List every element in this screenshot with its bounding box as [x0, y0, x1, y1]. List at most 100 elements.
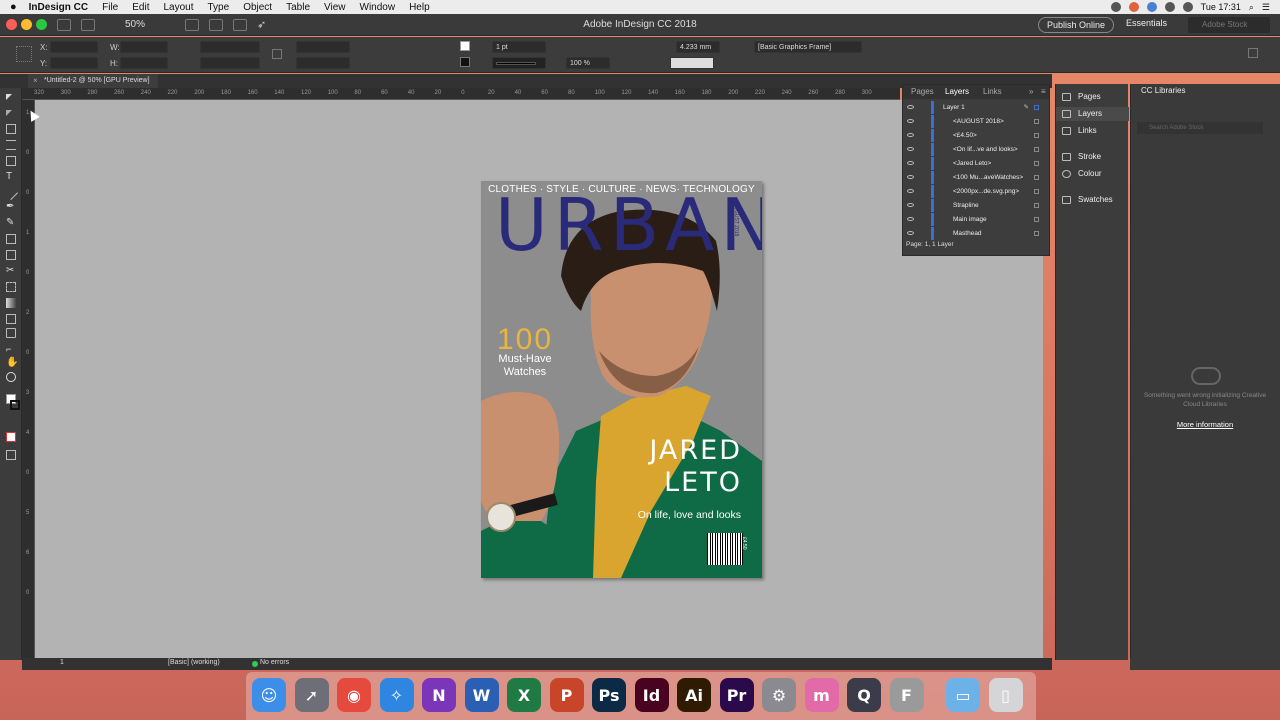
zoom-tool-icon[interactable]: [6, 372, 16, 382]
menu-table[interactable]: Table: [286, 2, 310, 13]
menu-edit[interactable]: Edit: [132, 2, 149, 13]
tab-pages[interactable]: Pages: [911, 87, 934, 96]
cover-tagline[interactable]: On life, love and looks: [638, 509, 741, 521]
dock-layers[interactable]: Layers: [1056, 107, 1129, 121]
pen-tool-icon[interactable]: ✒: [6, 202, 16, 212]
preflight-errors[interactable]: No errors: [260, 659, 289, 666]
pencil-tool-icon[interactable]: ✎: [6, 218, 16, 228]
vertical-ruler[interactable]: 1001020340560: [22, 100, 35, 660]
gap-tool-icon[interactable]: [6, 140, 16, 150]
menu-file[interactable]: File: [102, 2, 118, 13]
eye-icon[interactable]: [907, 231, 914, 235]
selection-square-icon[interactable]: [1034, 203, 1039, 208]
direct-selection-tool-icon[interactable]: [6, 110, 12, 116]
dock-stroke[interactable]: Stroke: [1056, 150, 1129, 164]
cover-name-line-2[interactable]: LETO: [664, 467, 742, 498]
eyedropper-tool-icon[interactable]: ⌐: [6, 344, 16, 354]
menu-type[interactable]: Type: [208, 2, 230, 13]
eye-icon[interactable]: [907, 189, 914, 193]
layer-row[interactable]: <2000px...de.svg.png>: [903, 185, 1049, 198]
line-tool-icon[interactable]: [3, 185, 19, 201]
adobe-stock-search[interactable]: Adobe Stock: [1188, 17, 1270, 33]
eye-icon[interactable]: [907, 217, 914, 221]
eye-icon[interactable]: [907, 133, 914, 137]
workspace-switcher[interactable]: Essentials: [1126, 18, 1167, 28]
horizontal-ruler[interactable]: 320 300 280 260 240 220 200 180 160 140 120 100 80 60…: [22, 88, 900, 100]
panel-menu-icon[interactable]: [1248, 48, 1258, 58]
apply-none-icon[interactable]: [6, 432, 16, 442]
w-field[interactable]: [120, 41, 168, 53]
layer-row-layer-1[interactable]: Layer 1 ✎: [903, 101, 1049, 114]
eye-icon[interactable]: [907, 161, 914, 165]
panel-menu-icon[interactable]: ≡: [1041, 87, 1046, 96]
shear-field[interactable]: [296, 57, 350, 69]
selection-square-icon[interactable]: [1034, 119, 1039, 124]
apple-icon[interactable]: ●: [10, 1, 17, 13]
layer-row[interactable]: <AUGUST 2018>: [903, 115, 1049, 128]
gradient-feather-tool-icon[interactable]: [6, 314, 16, 324]
constrain-proportions-icon[interactable]: [272, 49, 282, 59]
stroke-color-icon[interactable]: [10, 400, 20, 410]
battery-icon[interactable]: [1182, 2, 1193, 12]
eye-icon[interactable]: [907, 203, 914, 207]
barcode-icon[interactable]: [707, 533, 743, 565]
page-tool-icon[interactable]: [6, 124, 16, 134]
cc-search-input[interactable]: Search Adobe Stock: [1137, 122, 1263, 134]
menu-help[interactable]: Help: [409, 2, 430, 13]
selection-square-icon[interactable]: [1034, 147, 1039, 152]
cover-name-line-1[interactable]: JARED: [649, 435, 742, 466]
dock-links[interactable]: Links: [1056, 124, 1129, 138]
rectangle-frame-tool-icon[interactable]: [6, 234, 16, 244]
dock-pages[interactable]: Pages: [1056, 90, 1129, 104]
masthead[interactable]: URBAN: [495, 185, 762, 265]
stroke-swatch-icon[interactable]: [460, 57, 470, 67]
feature-line-2[interactable]: Watches: [481, 366, 569, 378]
rotation-field[interactable]: [296, 41, 350, 53]
layer-row[interactable]: Main image: [903, 213, 1049, 226]
status-app2-icon[interactable]: [1146, 2, 1157, 12]
dock-swatches[interactable]: Swatches: [1056, 193, 1129, 207]
y-field[interactable]: [50, 57, 98, 69]
menu-app-name[interactable]: InDesign CC: [29, 2, 88, 13]
hand-tool-icon[interactable]: ✋: [6, 358, 18, 368]
wifi-icon[interactable]: [1164, 2, 1175, 12]
type-tool-icon[interactable]: T: [6, 172, 16, 182]
dimension-field[interactable]: 4.233 mm: [676, 41, 720, 53]
close-tab-icon[interactable]: ×: [33, 74, 38, 88]
zoom-level-select[interactable]: 50%: [125, 19, 175, 30]
indesign-icon[interactable]: Id: [634, 678, 669, 712]
selection-square-icon[interactable]: [1034, 175, 1039, 180]
downloads-folder-icon[interactable]: ▭: [946, 678, 980, 712]
arrange-documents-icon[interactable]: [233, 18, 247, 31]
cover-price[interactable]: £4.50: [741, 537, 747, 550]
more-information-link[interactable]: More information: [1141, 420, 1269, 429]
selection-tool-icon[interactable]: [6, 94, 12, 100]
finder-icon[interactable]: ☺: [252, 678, 286, 712]
excel-icon[interactable]: X: [507, 678, 541, 712]
gradient-tool-icon[interactable]: [6, 298, 16, 308]
view-options-icon[interactable]: [185, 18, 199, 31]
eye-icon[interactable]: [907, 175, 914, 179]
clock[interactable]: Tue 17:31: [1201, 2, 1241, 12]
x-field[interactable]: [50, 41, 98, 53]
magazine-cover-page[interactable]: CLOTHES · STYLE · CULTURE · NEWS· TECHNO…: [481, 181, 762, 578]
reference-point-icon[interactable]: [16, 46, 32, 62]
notification-center-icon[interactable]: ☰: [1262, 2, 1270, 13]
quicktime-icon[interactable]: Q: [847, 678, 881, 712]
feature-number[interactable]: 100: [481, 323, 569, 357]
layer-row[interactable]: <On lif...ve and looks>: [903, 143, 1049, 156]
preflight-profile[interactable]: [Basic] (working): [168, 659, 220, 666]
panel-collapse-icon[interactable]: »: [1029, 87, 1033, 96]
tab-links[interactable]: Links: [983, 87, 1002, 96]
layer-row[interactable]: Strapline: [903, 199, 1049, 212]
eye-icon[interactable]: [907, 119, 914, 123]
status-app-icon[interactable]: [1128, 2, 1139, 12]
menu-window[interactable]: Window: [360, 2, 396, 13]
bridge-icon[interactable]: [57, 18, 71, 31]
selection-square-icon[interactable]: [1034, 133, 1039, 138]
close-window-icon[interactable]: [6, 19, 17, 30]
screen-mode-icon[interactable]: [209, 18, 223, 31]
publish-online-button[interactable]: Publish Online: [1038, 17, 1114, 33]
eye-icon[interactable]: [907, 147, 914, 151]
object-style-select[interactable]: [Basic Graphics Frame]: [754, 41, 862, 53]
